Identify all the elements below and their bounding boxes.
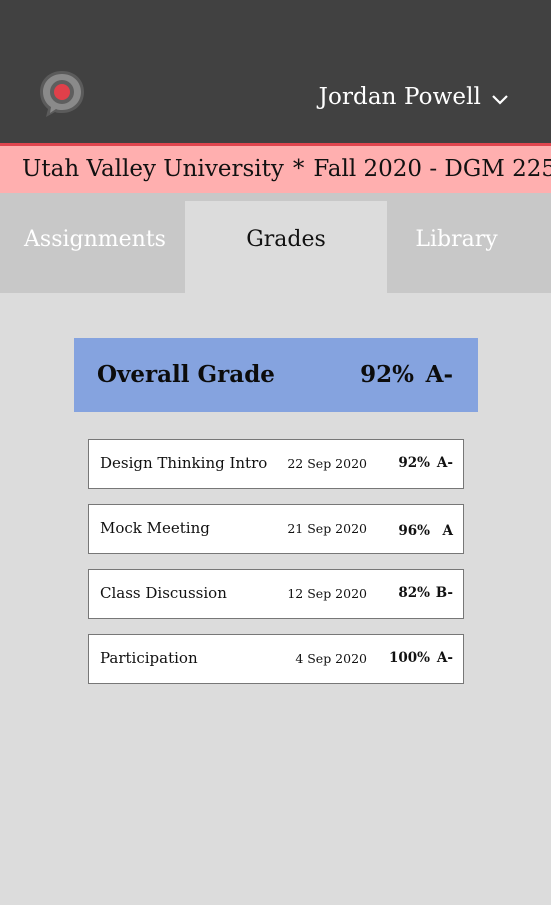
school-name: Utah Valley University <box>22 156 284 182</box>
grade-percent: 82% <box>398 585 430 601</box>
grade-row[interactable]: Design Thinking Intro 22 Sep 2020 92% A- <box>88 439 464 489</box>
grade-date: 21 Sep 2020 <box>287 521 367 536</box>
grade-date: 22 Sep 2020 <box>287 456 367 471</box>
grade-name: Class Discussion <box>100 584 227 602</box>
grade-name: Participation <box>100 649 198 667</box>
grade-percent: 100% <box>388 650 430 666</box>
chat-bubble-logo-icon[interactable] <box>38 69 86 119</box>
grade-percent: 92% <box>398 455 430 471</box>
tab-grades[interactable]: Grades <box>185 201 387 293</box>
user-name: Jordan Powell <box>318 84 481 110</box>
grade-date: 4 Sep 2020 <box>295 651 367 666</box>
grade-name: Mock Meeting <box>100 519 210 537</box>
tab-library[interactable]: Library <box>387 193 526 293</box>
app-header: Jordan Powell <box>0 0 551 143</box>
overall-grade-label: Overall Grade <box>97 361 275 388</box>
grade-date: 12 Sep 2020 <box>287 586 367 601</box>
overall-grade-letter: A- <box>425 361 453 388</box>
tab-bar: Assignments Grades Library <box>0 193 551 293</box>
grade-letter: B- <box>435 585 453 601</box>
chevron-down-icon <box>492 95 508 105</box>
overall-grade-card: Overall Grade 92% A- <box>74 338 478 412</box>
grade-percent: 96% <box>398 523 430 539</box>
course-bar: Utah Valley University * Fall 2020 - DGM 2… <box>0 146 551 193</box>
user-menu[interactable]: Jordan Powell <box>319 82 509 112</box>
grade-row[interactable]: Class Discussion 12 Sep 2020 82% B- <box>88 569 464 619</box>
overall-grade-percent: 92% <box>360 361 414 388</box>
grade-name: Design Thinking Intro <box>100 454 268 472</box>
tab-assignments[interactable]: Assignments <box>0 193 190 293</box>
course-separator: * <box>292 156 305 182</box>
grade-letter: A- <box>436 455 453 471</box>
grade-row[interactable]: Participation 4 Sep 2020 100% A- <box>88 634 464 684</box>
grade-row[interactable]: Mock Meeting 21 Sep 2020 96% A <box>88 504 464 554</box>
course-name: Fall 2020 - DGM 2250 <box>313 156 551 182</box>
grade-letter: A <box>442 523 453 539</box>
grade-letter: A- <box>436 650 453 666</box>
